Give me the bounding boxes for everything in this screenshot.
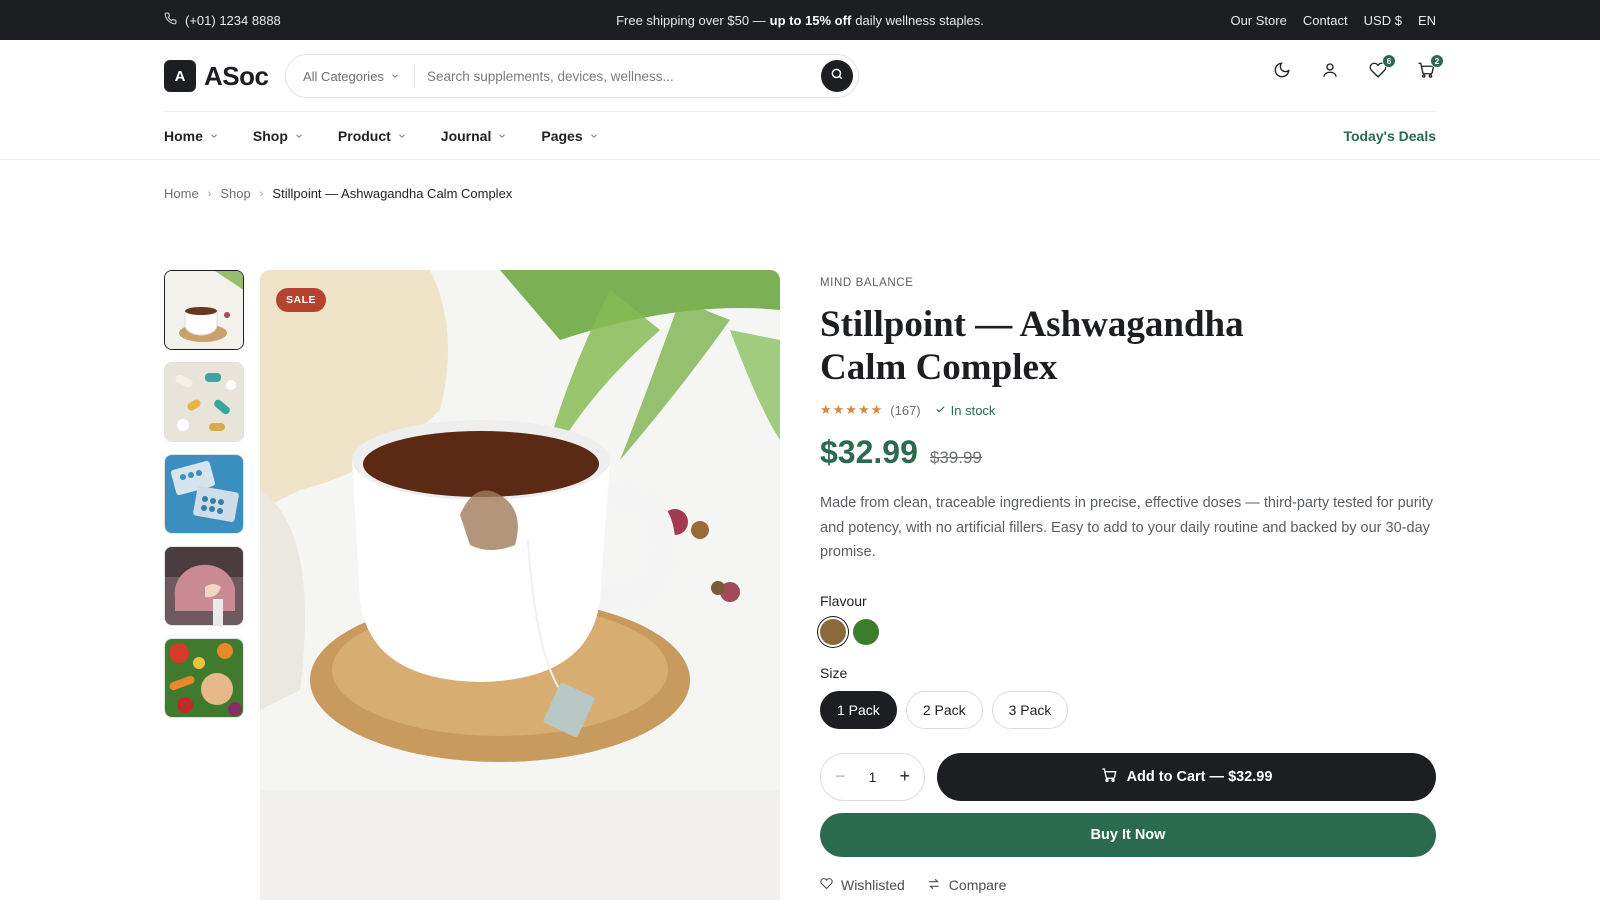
decrease-quantity-button[interactable]: − bbox=[835, 766, 846, 787]
currency-selector[interactable]: USD $ bbox=[1364, 13, 1402, 28]
wishlist-button[interactable]: 6 bbox=[1368, 54, 1396, 82]
buy-now-button[interactable]: Buy It Now bbox=[820, 812, 1436, 857]
wishlist-toggle[interactable]: Wishlisted bbox=[820, 877, 905, 894]
product-description: Made from clean, traceable ingredients i… bbox=[820, 495, 1434, 560]
account-button[interactable] bbox=[1320, 62, 1340, 82]
review-count[interactable]: (167) bbox=[890, 403, 920, 418]
product-category[interactable]: MIND BALANCE bbox=[820, 277, 1436, 289]
user-icon bbox=[1321, 61, 1339, 84]
cart-row: − 1 + Add to Cart — $32.99 bbox=[820, 752, 1436, 801]
logo-mark: A bbox=[164, 60, 196, 92]
flavour-label: Flavour bbox=[820, 592, 867, 609]
current-price: $32.99 bbox=[820, 434, 918, 470]
thumbnail-tea-cup[interactable] bbox=[164, 270, 244, 350]
star-rating-icon: ★★★★★ bbox=[820, 402, 884, 417]
stock-label: In stock bbox=[950, 402, 996, 418]
nav-item-journal[interactable]: Journal bbox=[441, 128, 508, 144]
header-actions: 6 2 bbox=[1272, 54, 1444, 84]
increase-quantity-button[interactable]: + bbox=[899, 766, 910, 787]
nav-item-label: Shop bbox=[252, 128, 288, 144]
search-bar: All Categories bbox=[285, 54, 859, 98]
thumbnail-capsules[interactable] bbox=[164, 362, 244, 442]
price-row: $32.99 $39.99 bbox=[820, 434, 1436, 471]
cart-count-badge: 2 bbox=[1430, 54, 1444, 68]
nav-item-product[interactable]: Product bbox=[338, 128, 407, 144]
size-option-3-pack[interactable]: 3 Pack bbox=[991, 690, 1069, 729]
nav-item-label: Journal bbox=[440, 128, 492, 144]
our-store-link[interactable]: Our Store bbox=[1230, 13, 1286, 28]
wishlist-count-badge: 6 bbox=[1382, 54, 1396, 68]
quantity-stepper: − 1 + bbox=[820, 752, 925, 801]
size-label: Size bbox=[820, 664, 848, 681]
moon-icon bbox=[1273, 61, 1291, 84]
rating-row: ★★★★★ (167) In stock bbox=[820, 402, 1436, 418]
product-extras: Wishlisted Compare bbox=[820, 877, 1436, 894]
chevron-down-icon bbox=[397, 128, 407, 144]
thumbnail-list bbox=[164, 270, 244, 730]
flavour-options bbox=[820, 618, 1436, 645]
compare-label: Compare bbox=[948, 877, 1007, 893]
breadcrumb-home[interactable]: Home bbox=[164, 186, 199, 201]
theme-toggle-button[interactable] bbox=[1272, 61, 1292, 84]
nav-item-shop[interactable]: Shop bbox=[253, 128, 304, 144]
quantity-value[interactable]: 1 bbox=[869, 769, 877, 785]
sale-badge: SALE bbox=[276, 288, 327, 312]
nav-item-home[interactable]: Home bbox=[164, 128, 219, 144]
nav-item-label: Pages bbox=[541, 128, 583, 144]
product-info: MIND BALANCE Stillpoint — Ashwagandha Ca… bbox=[820, 270, 1436, 894]
flavour-swatch-green[interactable] bbox=[853, 618, 879, 645]
todays-deals-link[interactable]: Today's Deals bbox=[1343, 112, 1436, 160]
chevron-down-icon bbox=[294, 128, 304, 144]
nav-item-pages[interactable]: Pages bbox=[541, 128, 598, 144]
announcement-bar: (+01) 1234 8888 Free shipping over $50 —… bbox=[0, 0, 1600, 40]
category-label: All Categories bbox=[303, 68, 384, 84]
category-select[interactable]: All Categories bbox=[286, 64, 415, 88]
breadcrumb-current: Stillpoint — Ashwagandha Calm Complex bbox=[272, 186, 513, 201]
size-option-1-pack[interactable]: 1 Pack bbox=[820, 690, 897, 729]
flavour-swatch-brown[interactable] bbox=[820, 618, 846, 645]
logo[interactable]: A ASoc bbox=[164, 60, 269, 92]
heart-icon bbox=[820, 877, 833, 893]
breadcrumb: Home › Shop › Stillpoint — Ashwagandha C… bbox=[164, 186, 512, 201]
main-nav: Home Shop Product Journal Pages Today's … bbox=[0, 112, 1600, 160]
add-to-cart-label: Add to Cart — $32.99 bbox=[1126, 768, 1273, 785]
nav-menu: Home Shop Product Journal Pages bbox=[164, 112, 599, 160]
thumbnail-brain-model[interactable] bbox=[164, 546, 244, 626]
chevron-down-icon bbox=[589, 128, 599, 144]
nav-item-label: Home bbox=[164, 128, 203, 144]
promo-highlight: up to 15% off bbox=[769, 12, 852, 28]
compare-arrows-icon bbox=[927, 877, 941, 894]
promo-text: Free shipping over $50 — bbox=[616, 12, 766, 28]
cart-icon bbox=[1101, 767, 1117, 787]
product-main-image[interactable]: SALE bbox=[260, 270, 780, 900]
search-icon bbox=[830, 67, 844, 86]
topbar-links: Our Store Contact USD $ EN bbox=[1230, 0, 1436, 40]
nav-item-label: Product bbox=[337, 128, 391, 144]
breadcrumb-shop[interactable]: Shop bbox=[220, 186, 250, 201]
wishlist-label: Wishlisted bbox=[841, 877, 905, 893]
size-option-2-pack[interactable]: 2 Pack bbox=[905, 690, 983, 729]
cart-button[interactable]: 2 bbox=[1416, 54, 1444, 82]
compare-toggle[interactable]: Compare bbox=[927, 877, 1007, 894]
chevron-right-icon: › bbox=[259, 187, 264, 200]
contact-link[interactable]: Contact bbox=[1303, 13, 1348, 28]
add-to-cart-button[interactable]: Add to Cart — $32.99 bbox=[937, 752, 1436, 801]
chevron-down-icon bbox=[497, 128, 507, 144]
size-options: 1 Pack 2 Pack 3 Pack bbox=[820, 690, 1436, 729]
product-title: Stillpoint — Ashwagandha Calm Complex bbox=[820, 304, 1244, 388]
logo-text: ASoc bbox=[204, 60, 269, 91]
site-header: A ASoc All Categories Search supplements… bbox=[164, 40, 1444, 112]
original-price: $39.99 bbox=[929, 448, 982, 467]
language-selector[interactable]: EN bbox=[1418, 13, 1436, 28]
chevron-down-icon bbox=[390, 69, 400, 84]
chevron-down-icon bbox=[209, 128, 219, 144]
search-input[interactable] bbox=[414, 68, 821, 84]
thumbnail-vegetables[interactable] bbox=[164, 638, 244, 718]
thumbnail-blister-packs[interactable] bbox=[164, 454, 244, 534]
chevron-right-icon: › bbox=[207, 187, 212, 200]
stock-status: In stock bbox=[935, 402, 996, 418]
check-icon bbox=[935, 403, 946, 418]
search-button[interactable] bbox=[821, 60, 853, 92]
promo-text-end: daily wellness staples. bbox=[855, 12, 984, 28]
